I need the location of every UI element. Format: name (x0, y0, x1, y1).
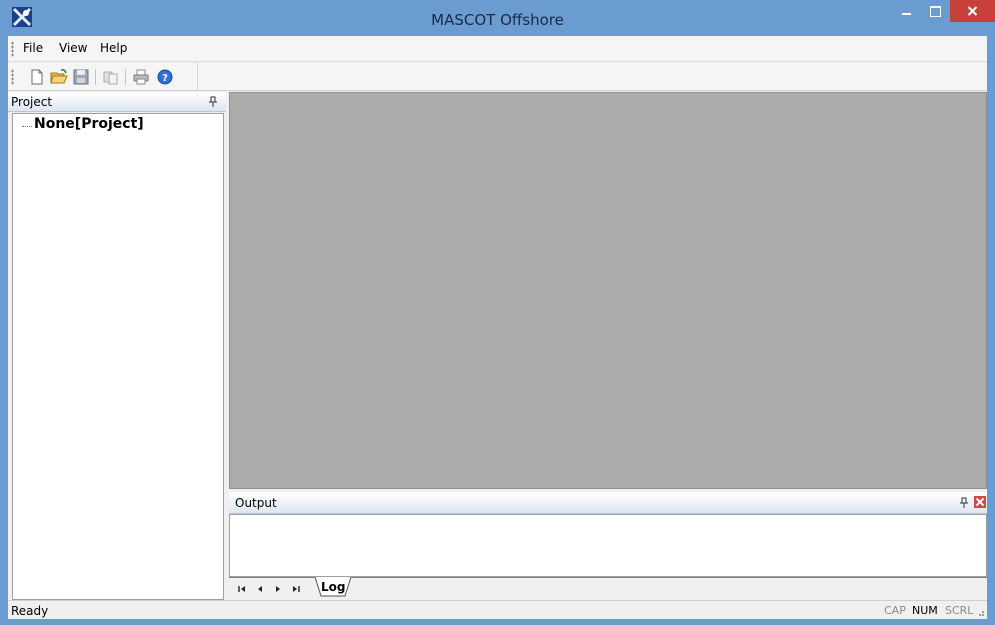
output-pane-title: Output (235, 496, 277, 510)
last-tab-icon[interactable] (291, 584, 301, 594)
close-button[interactable] (950, 0, 995, 22)
client-area: File View Help ? Project None[Project] O… (8, 36, 987, 619)
print-icon[interactable] (131, 67, 151, 87)
output-pane: Output Log (229, 492, 987, 600)
caps-lock-indicator: CAP (884, 604, 906, 617)
tree-node-root[interactable]: None[Project] (34, 116, 144, 132)
project-pane-title: Project (11, 95, 53, 109)
first-tab-icon[interactable] (237, 584, 247, 594)
pin-icon[interactable] (959, 497, 969, 509)
project-pane: Project None[Project] (8, 92, 226, 600)
menubar-grip[interactable] (11, 41, 14, 57)
close-pane-icon[interactable] (974, 496, 986, 508)
window-title: MASCOT Offshore (431, 11, 564, 29)
tab-log[interactable]: Log (321, 580, 345, 594)
open-folder-icon[interactable] (49, 67, 69, 87)
minimize-button[interactable] (894, 0, 920, 22)
menu-file[interactable]: File (23, 41, 43, 55)
status-text: Ready (11, 604, 49, 618)
toolbar-separator (125, 69, 126, 85)
pin-icon[interactable] (208, 96, 218, 108)
help-icon[interactable]: ? (155, 67, 175, 87)
save-icon[interactable] (71, 67, 91, 87)
close-icon (967, 6, 978, 16)
resize-grip-icon[interactable] (975, 607, 985, 617)
previous-tab-icon[interactable] (255, 584, 265, 594)
num-lock-indicator: NUM (912, 604, 938, 617)
maximize-button[interactable] (922, 0, 948, 22)
next-tab-icon[interactable] (273, 584, 283, 594)
toolbar-separator (95, 69, 96, 85)
project-tree[interactable]: None[Project] (12, 113, 224, 600)
menu-view[interactable]: View (59, 41, 87, 55)
project-pane-header[interactable]: Project (8, 92, 226, 112)
toolbar: ? (8, 63, 987, 91)
menu-help[interactable]: Help (100, 41, 127, 55)
output-tab-strip: Log (229, 577, 987, 600)
toolbar-grip[interactable] (11, 69, 14, 85)
output-pane-header[interactable]: Output (229, 492, 987, 514)
new-document-icon[interactable] (27, 67, 47, 87)
svg-text:?: ? (162, 73, 168, 84)
scroll-lock-indicator: SCRL (945, 604, 974, 617)
title-bar[interactable]: MASCOT Offshore (0, 0, 995, 36)
copy-icon[interactable] (101, 67, 121, 87)
application-window: MASCOT Offshore File View Help ? Project… (0, 0, 995, 625)
menu-bar: File View Help (8, 36, 987, 62)
status-bar: Ready CAP NUM SCRL (8, 600, 987, 619)
tree-connector (22, 126, 32, 127)
document-workspace[interactable] (229, 92, 987, 489)
output-log-area[interactable] (229, 514, 987, 577)
